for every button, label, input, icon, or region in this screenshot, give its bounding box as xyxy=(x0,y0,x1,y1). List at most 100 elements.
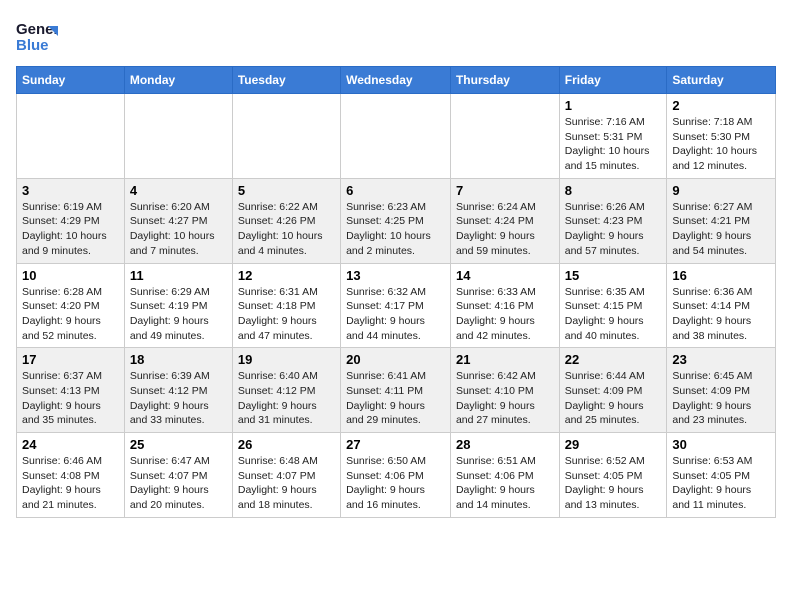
day-number: 18 xyxy=(130,352,227,367)
calendar-cell xyxy=(17,94,125,179)
day-info: Sunrise: 6:22 AM Sunset: 4:26 PM Dayligh… xyxy=(238,200,335,259)
daylight-hours: Daylight: 9 hours and 35 minutes. xyxy=(22,400,101,427)
sunset-time: Sunset: 5:30 PM xyxy=(672,131,750,143)
sunrise-time: Sunrise: 6:32 AM xyxy=(346,286,426,298)
day-number: 24 xyxy=(22,437,119,452)
sunrise-time: Sunrise: 6:39 AM xyxy=(130,370,210,382)
sunrise-time: Sunrise: 6:40 AM xyxy=(238,370,318,382)
calendar-cell: 15 Sunrise: 6:35 AM Sunset: 4:15 PM Dayl… xyxy=(559,263,667,348)
sunset-time: Sunset: 4:12 PM xyxy=(238,385,316,397)
day-number: 12 xyxy=(238,268,335,283)
sunrise-time: Sunrise: 6:41 AM xyxy=(346,370,426,382)
daylight-hours: Daylight: 9 hours and 42 minutes. xyxy=(456,315,535,342)
daylight-hours: Daylight: 9 hours and 44 minutes. xyxy=(346,315,425,342)
weekday-header-row: SundayMondayTuesdayWednesdayThursdayFrid… xyxy=(17,67,776,94)
calendar-cell xyxy=(124,94,232,179)
calendar-cell: 5 Sunrise: 6:22 AM Sunset: 4:26 PM Dayli… xyxy=(232,178,340,263)
day-info: Sunrise: 7:16 AM Sunset: 5:31 PM Dayligh… xyxy=(565,115,662,174)
day-number: 10 xyxy=(22,268,119,283)
day-number: 29 xyxy=(565,437,662,452)
day-number: 23 xyxy=(672,352,770,367)
calendar-cell: 17 Sunrise: 6:37 AM Sunset: 4:13 PM Dayl… xyxy=(17,348,125,433)
sunset-time: Sunset: 4:05 PM xyxy=(565,470,643,482)
day-info: Sunrise: 6:24 AM Sunset: 4:24 PM Dayligh… xyxy=(456,200,554,259)
sunrise-time: Sunrise: 7:16 AM xyxy=(565,116,645,128)
calendar-cell: 24 Sunrise: 6:46 AM Sunset: 4:08 PM Dayl… xyxy=(17,433,125,518)
sunset-time: Sunset: 4:24 PM xyxy=(456,215,534,227)
sunrise-time: Sunrise: 6:50 AM xyxy=(346,455,426,467)
day-number: 11 xyxy=(130,268,227,283)
day-number: 25 xyxy=(130,437,227,452)
calendar-cell: 28 Sunrise: 6:51 AM Sunset: 4:06 PM Dayl… xyxy=(450,433,559,518)
daylight-hours: Daylight: 9 hours and 33 minutes. xyxy=(130,400,209,427)
calendar-cell: 30 Sunrise: 6:53 AM Sunset: 4:05 PM Dayl… xyxy=(667,433,776,518)
calendar-cell: 10 Sunrise: 6:28 AM Sunset: 4:20 PM Dayl… xyxy=(17,263,125,348)
day-info: Sunrise: 6:41 AM Sunset: 4:11 PM Dayligh… xyxy=(346,369,445,428)
day-info: Sunrise: 6:45 AM Sunset: 4:09 PM Dayligh… xyxy=(672,369,770,428)
daylight-hours: Daylight: 9 hours and 29 minutes. xyxy=(346,400,425,427)
day-info: Sunrise: 6:26 AM Sunset: 4:23 PM Dayligh… xyxy=(565,200,662,259)
calendar-cell: 27 Sunrise: 6:50 AM Sunset: 4:06 PM Dayl… xyxy=(341,433,451,518)
calendar-cell xyxy=(232,94,340,179)
daylight-hours: Daylight: 9 hours and 38 minutes. xyxy=(672,315,751,342)
day-number: 3 xyxy=(22,183,119,198)
sunset-time: Sunset: 4:09 PM xyxy=(672,385,750,397)
sunrise-time: Sunrise: 6:47 AM xyxy=(130,455,210,467)
calendar-cell xyxy=(341,94,451,179)
daylight-hours: Daylight: 9 hours and 40 minutes. xyxy=(565,315,644,342)
calendar-cell: 1 Sunrise: 7:16 AM Sunset: 5:31 PM Dayli… xyxy=(559,94,667,179)
day-info: Sunrise: 6:53 AM Sunset: 4:05 PM Dayligh… xyxy=(672,454,770,513)
day-info: Sunrise: 6:27 AM Sunset: 4:21 PM Dayligh… xyxy=(672,200,770,259)
day-number: 2 xyxy=(672,98,770,113)
day-info: Sunrise: 6:28 AM Sunset: 4:20 PM Dayligh… xyxy=(22,285,119,344)
day-number: 14 xyxy=(456,268,554,283)
weekday-header: Saturday xyxy=(667,67,776,94)
daylight-hours: Daylight: 10 hours and 12 minutes. xyxy=(672,145,757,172)
calendar-week-row: 24 Sunrise: 6:46 AM Sunset: 4:08 PM Dayl… xyxy=(17,433,776,518)
calendar-cell: 12 Sunrise: 6:31 AM Sunset: 4:18 PM Dayl… xyxy=(232,263,340,348)
day-number: 20 xyxy=(346,352,445,367)
day-number: 5 xyxy=(238,183,335,198)
sunset-time: Sunset: 4:11 PM xyxy=(346,385,423,397)
day-number: 30 xyxy=(672,437,770,452)
day-info: Sunrise: 6:23 AM Sunset: 4:25 PM Dayligh… xyxy=(346,200,445,259)
calendar-week-row: 10 Sunrise: 6:28 AM Sunset: 4:20 PM Dayl… xyxy=(17,263,776,348)
calendar-cell xyxy=(450,94,559,179)
daylight-hours: Daylight: 9 hours and 20 minutes. xyxy=(130,484,209,511)
sunrise-time: Sunrise: 6:44 AM xyxy=(565,370,645,382)
weekday-header: Tuesday xyxy=(232,67,340,94)
sunset-time: Sunset: 4:10 PM xyxy=(456,385,534,397)
sunset-time: Sunset: 4:20 PM xyxy=(22,300,100,312)
calendar-cell: 4 Sunrise: 6:20 AM Sunset: 4:27 PM Dayli… xyxy=(124,178,232,263)
sunrise-time: Sunrise: 6:48 AM xyxy=(238,455,318,467)
sunrise-time: Sunrise: 6:37 AM xyxy=(22,370,102,382)
day-info: Sunrise: 6:36 AM Sunset: 4:14 PM Dayligh… xyxy=(672,285,770,344)
calendar-cell: 7 Sunrise: 6:24 AM Sunset: 4:24 PM Dayli… xyxy=(450,178,559,263)
sunrise-time: Sunrise: 6:53 AM xyxy=(672,455,752,467)
daylight-hours: Daylight: 9 hours and 11 minutes. xyxy=(672,484,751,511)
daylight-hours: Daylight: 9 hours and 31 minutes. xyxy=(238,400,317,427)
calendar-cell: 3 Sunrise: 6:19 AM Sunset: 4:29 PM Dayli… xyxy=(17,178,125,263)
daylight-hours: Daylight: 9 hours and 23 minutes. xyxy=(672,400,751,427)
daylight-hours: Daylight: 9 hours and 54 minutes. xyxy=(672,230,751,257)
day-info: Sunrise: 6:50 AM Sunset: 4:06 PM Dayligh… xyxy=(346,454,445,513)
calendar-cell: 9 Sunrise: 6:27 AM Sunset: 4:21 PM Dayli… xyxy=(667,178,776,263)
sunset-time: Sunset: 4:17 PM xyxy=(346,300,424,312)
daylight-hours: Daylight: 10 hours and 15 minutes. xyxy=(565,145,650,172)
daylight-hours: Daylight: 10 hours and 4 minutes. xyxy=(238,230,323,257)
calendar-cell: 29 Sunrise: 6:52 AM Sunset: 4:05 PM Dayl… xyxy=(559,433,667,518)
day-info: Sunrise: 6:46 AM Sunset: 4:08 PM Dayligh… xyxy=(22,454,119,513)
day-info: Sunrise: 7:18 AM Sunset: 5:30 PM Dayligh… xyxy=(672,115,770,174)
calendar-week-row: 17 Sunrise: 6:37 AM Sunset: 4:13 PM Dayl… xyxy=(17,348,776,433)
sunset-time: Sunset: 4:05 PM xyxy=(672,470,750,482)
day-info: Sunrise: 6:37 AM Sunset: 4:13 PM Dayligh… xyxy=(22,369,119,428)
day-number: 17 xyxy=(22,352,119,367)
svg-text:Blue: Blue xyxy=(16,37,49,54)
sunrise-time: Sunrise: 6:26 AM xyxy=(565,201,645,213)
daylight-hours: Daylight: 9 hours and 21 minutes. xyxy=(22,484,101,511)
day-info: Sunrise: 6:31 AM Sunset: 4:18 PM Dayligh… xyxy=(238,285,335,344)
day-number: 13 xyxy=(346,268,445,283)
day-number: 28 xyxy=(456,437,554,452)
daylight-hours: Daylight: 10 hours and 2 minutes. xyxy=(346,230,431,257)
calendar-cell: 26 Sunrise: 6:48 AM Sunset: 4:07 PM Dayl… xyxy=(232,433,340,518)
